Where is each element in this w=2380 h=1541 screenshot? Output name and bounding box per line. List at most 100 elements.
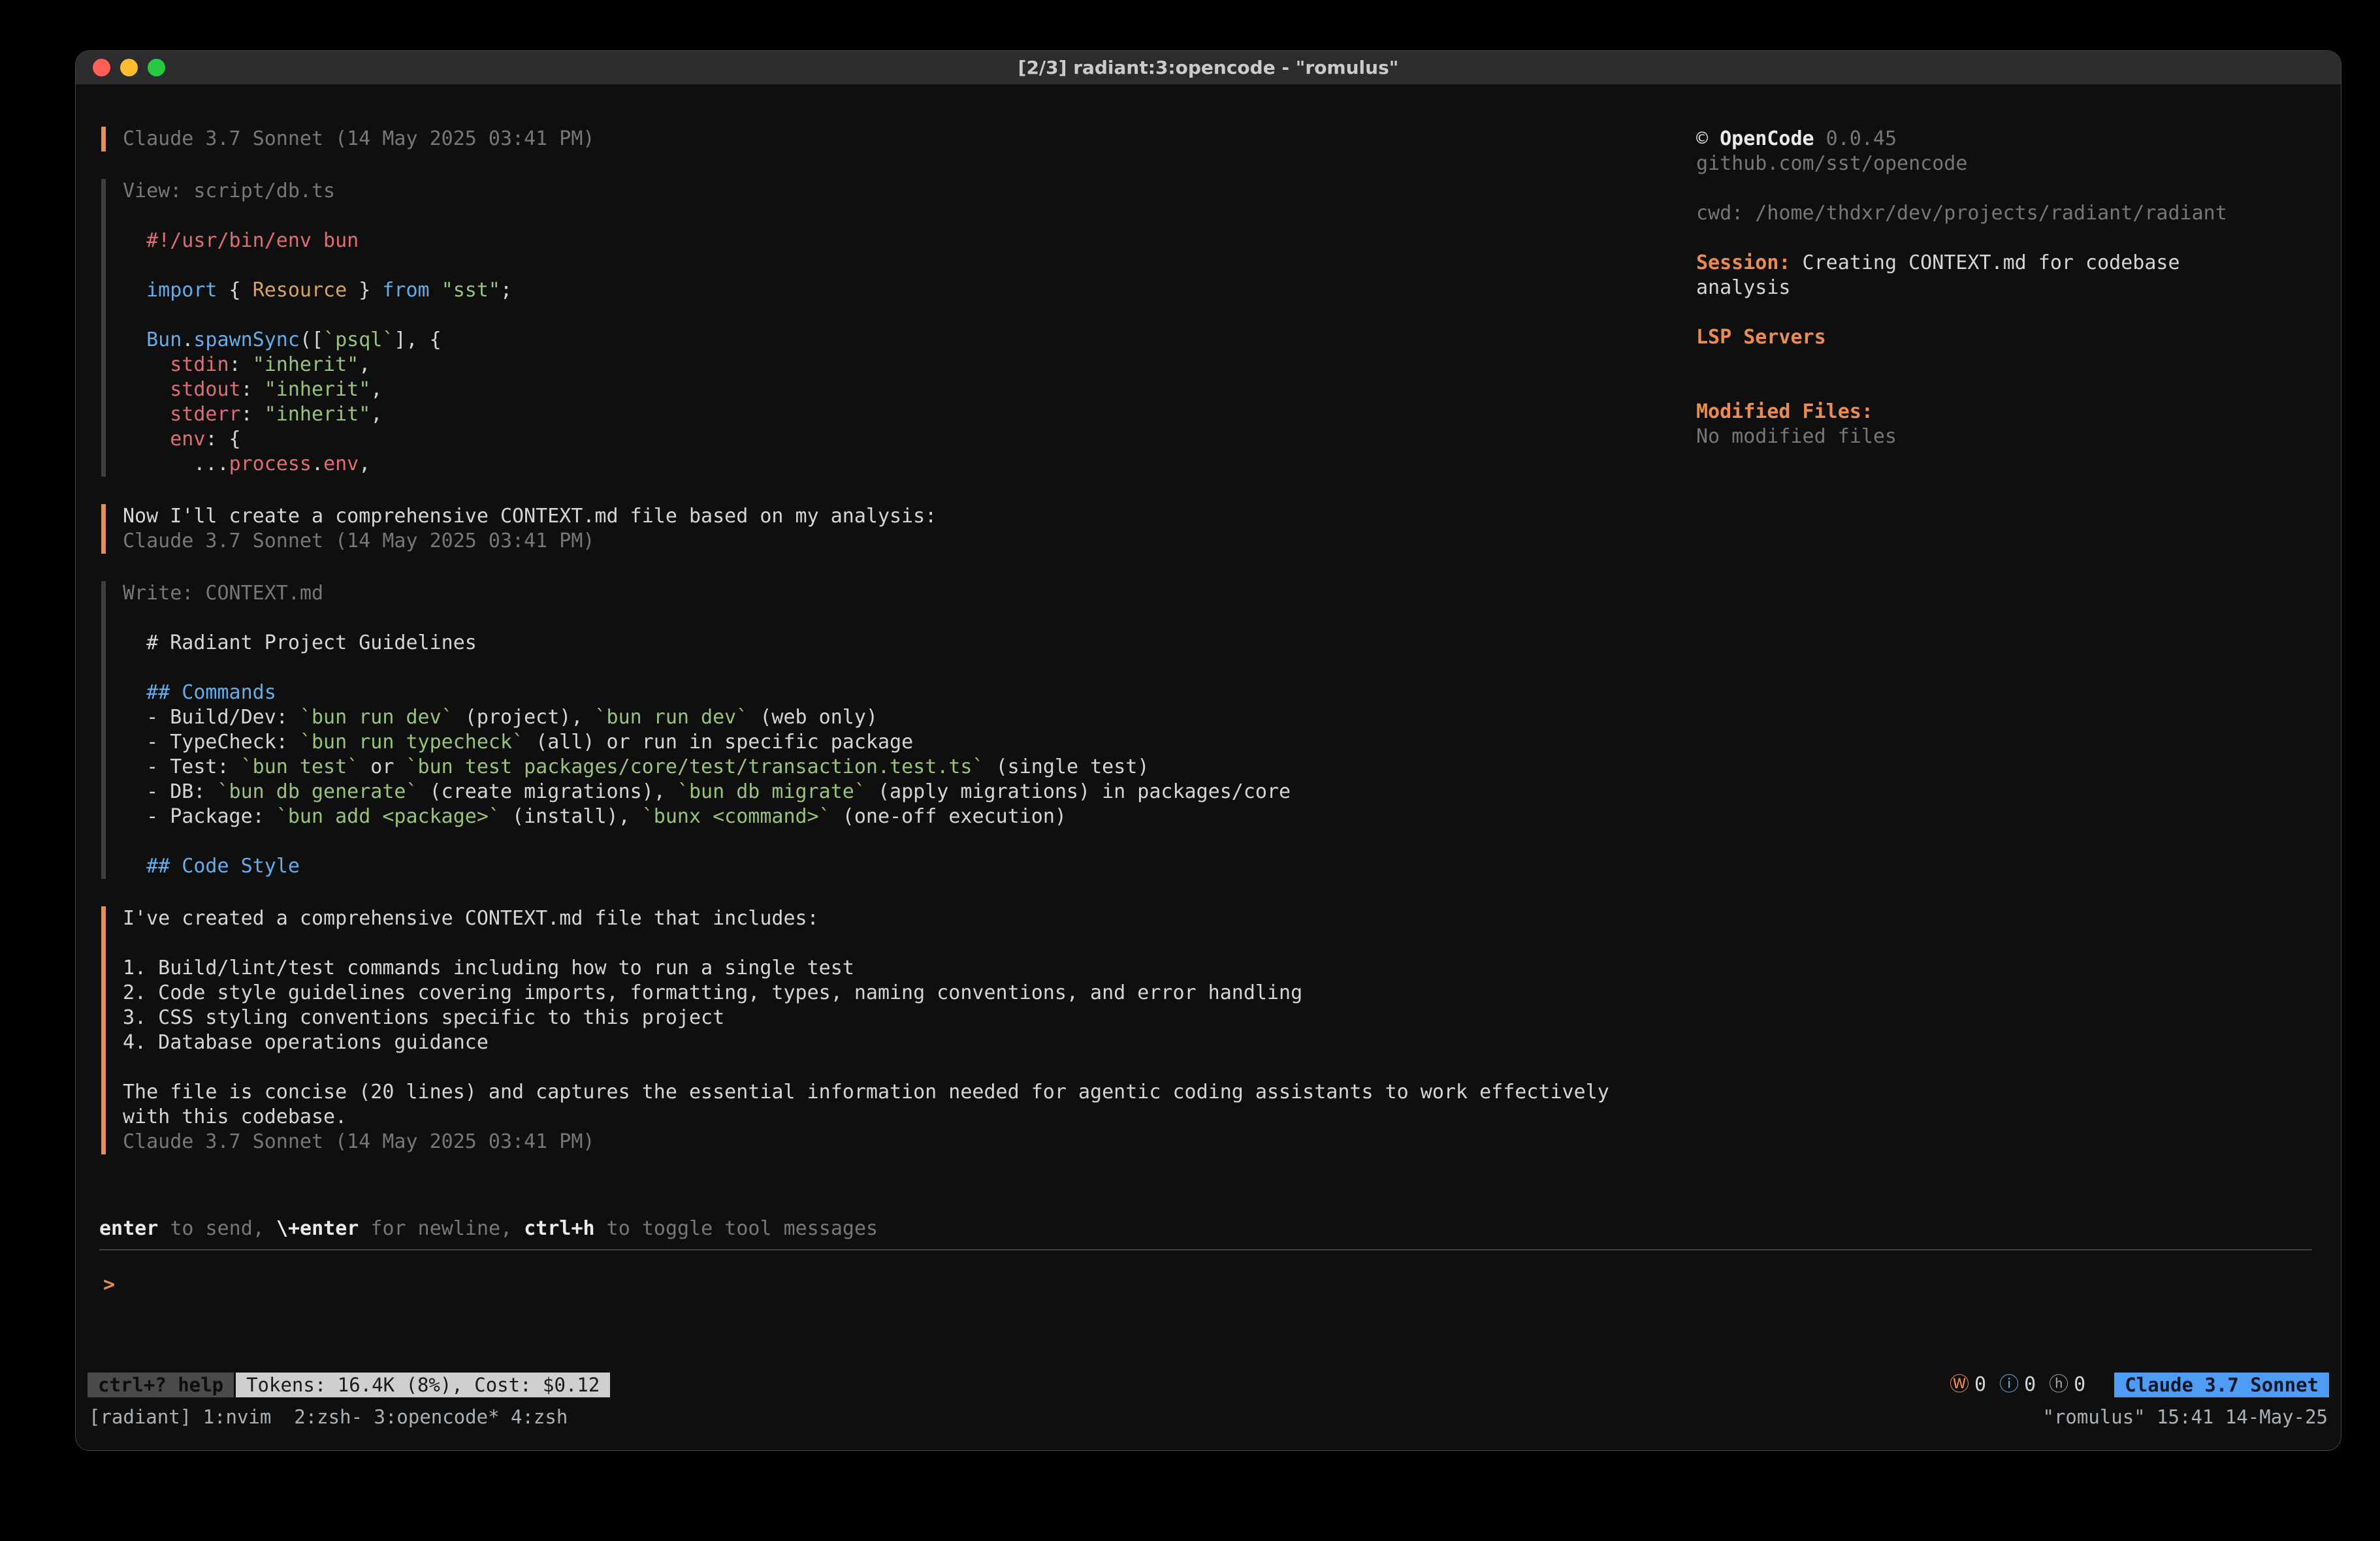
- close-button[interactable]: [93, 59, 110, 76]
- text-segment: "inherit": [265, 378, 371, 401]
- text-line: No modified files: [1696, 424, 2315, 449]
- text-line: ## Code Style: [123, 854, 1695, 879]
- assistant-summary-block: I've created a comprehensive CONTEXT.md …: [101, 906, 1695, 1154]
- text-line: [1696, 226, 2315, 251]
- text-segment: 0.0.45: [1814, 127, 1897, 150]
- text-line: with this codebase.: [123, 1105, 1695, 1130]
- text-line: View: script/db.ts: [123, 179, 1695, 204]
- text-line: - Test: `bun test` or `bun test packages…: [123, 755, 1695, 780]
- text-line: 1. Build/lint/test commands including ho…: [123, 956, 1695, 981]
- text-segment: I've created a comprehensive CONTEXT.md …: [123, 907, 819, 930]
- text-segment: 2. Code style guidelines covering import…: [123, 981, 1302, 1004]
- text-segment: Creating CONTEXT.md for codebase: [1791, 251, 2180, 274]
- text-segment: stdout: [170, 378, 240, 401]
- text-line: [1696, 350, 2315, 375]
- text-segment: ## Commands: [146, 681, 276, 704]
- text-segment: `bun add <package>`: [276, 805, 500, 828]
- text-segment: : {: [205, 428, 240, 451]
- text-segment: ([: [300, 328, 323, 351]
- text-segment: ,: [359, 453, 370, 475]
- tmux-windows[interactable]: [radiant] 1:nvim 2:zsh- 3:opencode* 4:zs…: [89, 1405, 568, 1429]
- text-segment: process: [229, 453, 312, 475]
- text-segment: .: [312, 453, 323, 475]
- hint-count: 0: [2074, 1373, 2085, 1397]
- text-segment: (one-off execution): [831, 805, 1067, 828]
- text-segment: [123, 353, 170, 376]
- chat-column: Claude 3.7 Sonnet (14 May 2025 03:41 PM)…: [101, 127, 1695, 1216]
- text-segment: Claude 3.7 Sonnet (14 May 2025 03:41 PM): [123, 1130, 594, 1153]
- zoom-button[interactable]: [148, 59, 165, 76]
- text-segment: (install),: [500, 805, 642, 828]
- text-segment: ,: [370, 378, 382, 401]
- text-segment: ctrl+h: [524, 1217, 594, 1240]
- text-segment: .: [182, 328, 193, 351]
- window-title: [2/3] radiant:3:opencode - "romulus": [1018, 57, 1399, 78]
- text-segment: `bunx <command>`: [642, 805, 831, 828]
- text-segment: - TypeCheck:: [123, 731, 300, 754]
- text-line: [123, 606, 1695, 631]
- text-segment: Write: CONTEXT.md: [123, 582, 323, 605]
- text-line: [1696, 375, 2315, 400]
- text-segment: # Radiant Project Guidelines: [123, 631, 477, 654]
- text-segment: github.com/sst/opencode: [1696, 152, 1967, 175]
- text-segment: with this codebase.: [123, 1105, 347, 1128]
- text-segment: [123, 328, 146, 351]
- text-segment: to toggle tool messages: [595, 1217, 878, 1240]
- text-segment: Session:: [1696, 251, 1791, 274]
- text-line: [123, 1055, 1695, 1080]
- text-segment: \+enter: [276, 1217, 359, 1240]
- text-segment: import: [146, 279, 217, 302]
- text-segment: ©: [1696, 127, 1720, 150]
- text-segment: "inherit": [253, 353, 359, 376]
- text-segment: `bun run dev`: [595, 706, 748, 729]
- minimize-button[interactable]: [120, 59, 138, 76]
- text-segment: }: [347, 279, 382, 302]
- text-segment: ], {: [394, 328, 441, 351]
- text-segment: 3. CSS styling conventions specific to t…: [123, 1006, 724, 1029]
- opencode-tui: Claude 3.7 Sonnet (14 May 2025 03:41 PM)…: [76, 85, 2341, 1450]
- text-segment: or: [359, 755, 406, 778]
- info-count: 0: [2024, 1373, 2036, 1397]
- text-line: # Radiant Project Guidelines: [123, 631, 1695, 656]
- text-line: enter to send, \+enter for newline, ctrl…: [99, 1216, 2312, 1241]
- text-line: - DB: `bun db generate` (create migratio…: [123, 780, 1695, 804]
- text-segment: [123, 681, 146, 704]
- text-segment: - Build/Dev:: [123, 706, 300, 729]
- diagnostics-group: Ⓦ 0 ⓘ 0 ⓗ 0: [1950, 1373, 2085, 1397]
- text-segment: [123, 378, 170, 401]
- text-segment: Now I'll create a comprehensive CONTEXT.…: [123, 505, 937, 528]
- text-segment: {: [217, 279, 253, 302]
- text-line: - Build/Dev: `bun run dev` (project), `b…: [123, 705, 1695, 730]
- text-segment: LSP Servers: [1696, 326, 1826, 349]
- text-segment: to send,: [158, 1217, 276, 1240]
- text-segment: (single test): [984, 755, 1150, 778]
- content-area: Claude 3.7 Sonnet (14 May 2025 03:41 PM)…: [76, 85, 2341, 1216]
- text-segment: [123, 279, 146, 302]
- text-line: [123, 829, 1695, 854]
- text-segment: (create migrations),: [418, 780, 677, 803]
- text-segment: ## Code Style: [146, 855, 300, 878]
- text-segment: No modified files: [1696, 425, 1897, 448]
- text-segment: - DB:: [123, 780, 217, 803]
- text-segment: [430, 279, 442, 302]
- prompt-input[interactable]: >: [99, 1249, 2312, 1368]
- terminal-window: [2/3] radiant:3:opencode - "romulus" Cla…: [75, 50, 2341, 1451]
- text-line: stdin: "inherit",: [123, 353, 1695, 377]
- text-segment: "sst": [442, 279, 500, 302]
- prompt-symbol: >: [103, 1273, 115, 1296]
- text-line: ## Commands: [123, 680, 1695, 705]
- text-segment: (all) or run in specific package: [524, 731, 913, 754]
- text-line: #!/usr/bin/env bun: [123, 229, 1695, 253]
- text-segment: stdin: [170, 353, 229, 376]
- text-segment: Modified Files:: [1696, 400, 1873, 423]
- text-segment: cwd: /home/thdxr/dev/projects/radiant/ra…: [1696, 202, 2227, 225]
- info-diagnostic: ⓘ 0: [1999, 1373, 2036, 1397]
- text-line: [123, 253, 1695, 278]
- keybind-hint-row: enter to send, \+enter for newline, ctrl…: [99, 1216, 2312, 1241]
- text-line: env: {: [123, 427, 1695, 452]
- text-line: analysis: [1696, 276, 2315, 300]
- warning-diagnostic: Ⓦ 0: [1950, 1373, 1986, 1397]
- text-segment: "inherit": [265, 403, 371, 426]
- tmux-host-time: "romulus" 15:41 14-May-25: [2043, 1405, 2328, 1429]
- text-line: cwd: /home/thdxr/dev/projects/radiant/ra…: [1696, 201, 2315, 226]
